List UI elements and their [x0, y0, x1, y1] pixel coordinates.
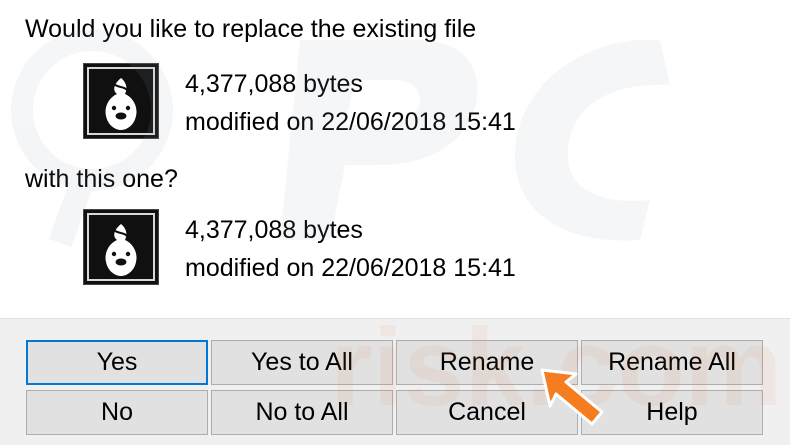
replace-file-dialog: Would you like to replace the existing f…: [0, 0, 790, 445]
new-file-modified: modified on 22/06/2018 15:41: [185, 254, 516, 282]
no-button[interactable]: No: [26, 390, 208, 435]
button-bar: Yes Yes to All Rename Rename All No No t…: [0, 318, 790, 445]
existing-file-modified: modified on 22/06/2018 15:41: [185, 108, 516, 136]
file-thumbnail-icon: [83, 63, 159, 139]
existing-file-entry: 4,377,088 bytes modified on 22/06/2018 1…: [83, 63, 583, 143]
no-to-all-button[interactable]: No to All: [211, 390, 393, 435]
replace-question: Would you like to replace the existing f…: [25, 15, 477, 43]
yes-button[interactable]: Yes: [26, 340, 208, 385]
yes-to-all-button[interactable]: Yes to All: [211, 340, 393, 385]
existing-file-size: 4,377,088 bytes: [185, 70, 363, 98]
with-this-question: with this one?: [25, 165, 178, 193]
file-thumbnail-icon: [83, 209, 159, 285]
new-file-entry: 4,377,088 bytes modified on 22/06/2018 1…: [83, 209, 583, 289]
rename-button[interactable]: Rename: [396, 340, 578, 385]
help-button[interactable]: Help: [581, 390, 763, 435]
dialog-content: Would you like to replace the existing f…: [0, 0, 790, 318]
cancel-button[interactable]: Cancel: [396, 390, 578, 435]
rename-all-button[interactable]: Rename All: [581, 340, 763, 385]
new-file-size: 4,377,088 bytes: [185, 216, 363, 244]
